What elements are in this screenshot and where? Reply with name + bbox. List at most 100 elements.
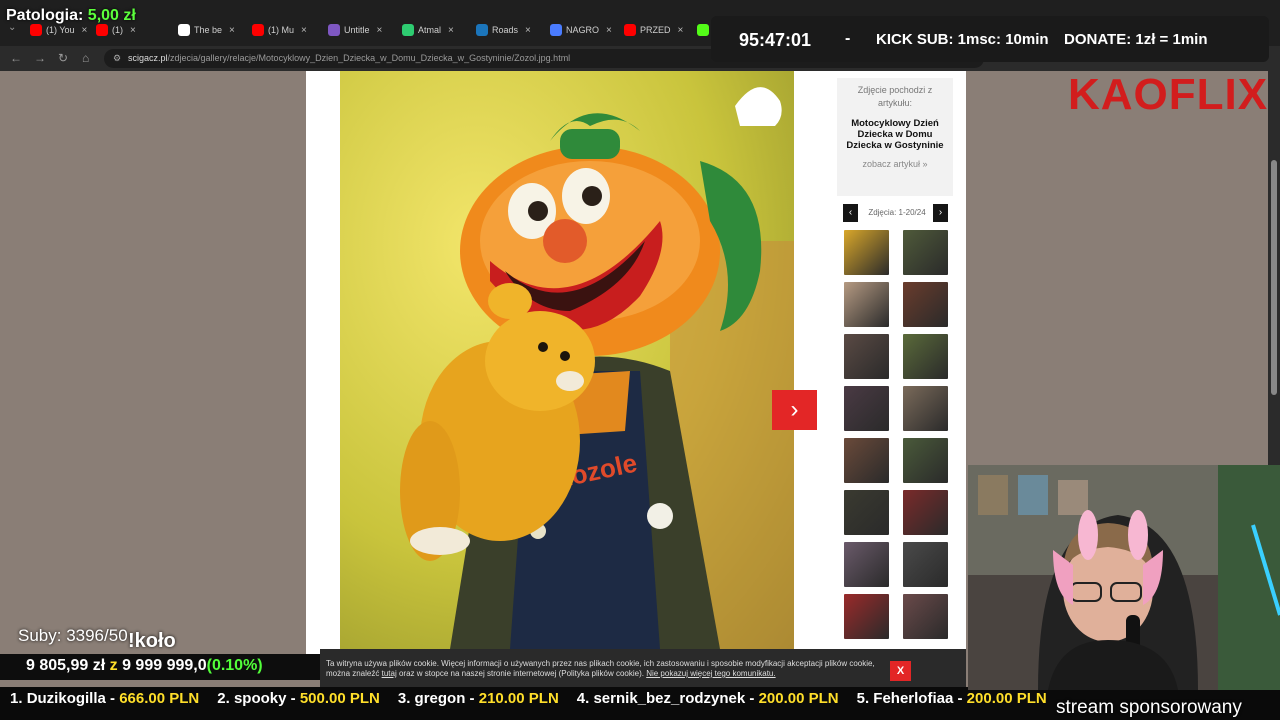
kolo-command: !koło: [128, 630, 176, 652]
donor-name: Duzikogilla: [26, 690, 106, 707]
tab-label: Roads: [492, 25, 519, 35]
tab-label: NAGRO: [566, 25, 600, 35]
pager-range: Zdjęcia: 1-20/24: [868, 208, 926, 217]
browser-tab[interactable]: NAGRO ×: [550, 20, 612, 40]
gallery-thumbnail[interactable]: [903, 282, 948, 327]
donation-goal: 9 805,99 zł z 9 999 999,0(0.10%): [26, 657, 263, 675]
goal-target: 9 999 999,0: [122, 657, 207, 674]
tab-label: Untitle: [344, 25, 370, 35]
subs-counter: Suby: 3396/50: [18, 626, 128, 645]
notion-icon: [178, 24, 190, 36]
tab-close-icon[interactable]: ×: [606, 25, 612, 36]
reload-icon[interactable]: ↻: [58, 51, 68, 65]
tab-label: The be: [194, 25, 223, 35]
cookie-close-button[interactable]: X: [890, 661, 911, 681]
tab-close-icon[interactable]: ×: [448, 25, 454, 36]
youtube-icon: [30, 24, 42, 36]
youtube-icon: [252, 24, 264, 36]
patologia-label: Patologia:: [6, 7, 84, 24]
donor-rank: 5.: [856, 690, 870, 707]
tab-close-icon[interactable]: ×: [82, 25, 88, 36]
tab-label: (1) Mu: [268, 25, 295, 35]
youtube-icon: [624, 24, 636, 36]
gallery-thumbnail[interactable]: [903, 386, 948, 431]
browser-tab[interactable]: Atmal ×: [402, 20, 454, 40]
tab-close-icon[interactable]: ×: [525, 25, 531, 36]
donor-rank: 1.: [10, 690, 23, 707]
doc-icon: [328, 24, 340, 36]
source-article-box: Zdjęcie pochodzi z artykułu: Motocyklowy…: [837, 78, 953, 196]
pager-prev-button[interactable]: ‹: [843, 204, 858, 222]
chevron-left-icon: ‹: [848, 207, 853, 218]
chevron-right-icon: ›: [790, 396, 799, 423]
tab-close-icon[interactable]: ×: [678, 25, 684, 36]
url-domain: scigacz.pl: [128, 53, 168, 63]
source-article-title[interactable]: Motocyklowy Dzień Dziecka w Domu Dziecka…: [837, 118, 953, 151]
gallery-thumbnail[interactable]: [844, 594, 889, 639]
gallery-thumbnail[interactable]: [903, 334, 948, 379]
donor-name: spooky: [233, 690, 287, 707]
cookie-dismiss-link[interactable]: Nie pokazuj więcej tego komunikatu.: [646, 669, 775, 678]
chevron-right-icon: ›: [938, 207, 943, 218]
goal-z: z: [109, 657, 118, 674]
gallery-thumbnail[interactable]: [903, 490, 948, 535]
donor-amount: 200.00 PLN: [758, 690, 839, 707]
gallery-thumbnail[interactable]: [844, 542, 889, 587]
gallery-thumbnail[interactable]: [844, 386, 889, 431]
gallery-thumbnail[interactable]: [844, 282, 889, 327]
donor-name: Feherlofiaa: [873, 690, 954, 707]
donor-rank: 4.: [576, 690, 590, 707]
donor-separator: -: [105, 690, 120, 707]
forward-icon[interactable]: →: [34, 51, 46, 65]
tab-close-icon[interactable]: ×: [301, 25, 307, 36]
steam-icon: [476, 24, 488, 36]
donate-rate: DONATE: 1zł = 1min: [1064, 31, 1208, 48]
home-icon[interactable]: ⌂: [82, 51, 89, 65]
scrollbar-thumb[interactable]: [1271, 160, 1277, 395]
back-icon[interactable]: ←: [10, 51, 22, 65]
patologia-amount: 5,00 zł: [87, 7, 136, 24]
donor-name: sernik_bez_rodzynek: [593, 690, 746, 707]
gallery-thumbnail[interactable]: [844, 334, 889, 379]
gallery-thumbnail[interactable]: [903, 230, 948, 275]
gallery-thumbnail[interactable]: [844, 490, 889, 535]
gallery-thumbnail[interactable]: [844, 438, 889, 483]
goal-percent: (0.10%): [206, 657, 263, 674]
gallery-thumbnail[interactable]: [844, 230, 889, 275]
tab-close-icon[interactable]: ×: [130, 25, 136, 36]
donor-amount: 210.00 PLN: [478, 690, 559, 707]
browser-tab[interactable]: Untitle ×: [328, 20, 382, 40]
browser-tab[interactable]: (1) Mu ×: [252, 20, 307, 40]
gallery-thumbnail[interactable]: [903, 438, 948, 483]
donor-entry: 2. spooky - 500.00 PLN: [217, 690, 380, 707]
tab-close-icon[interactable]: ×: [229, 25, 235, 36]
tab-close-icon[interactable]: ×: [377, 25, 383, 36]
donor-name: gregon: [414, 690, 466, 707]
donor-separator: -: [286, 690, 300, 707]
donor-entry: 4. sernik_bez_rodzynek - 200.00 PLN: [577, 690, 839, 707]
cookie-policy-link[interactable]: tutaj: [382, 669, 397, 678]
gallery-thumbnail[interactable]: [903, 542, 948, 587]
browser-tab[interactable]: The be ×: [178, 20, 235, 40]
goal-current: 9 805,99 zł: [26, 657, 106, 674]
gallery-thumbnail[interactable]: [903, 594, 948, 639]
see-article-link[interactable]: zobacz artykuł »: [837, 159, 953, 169]
gallery-pager: ‹ Zdjęcia: 1-20/24 ›: [843, 204, 951, 222]
donor-entry: 5. Feherlofiaa - 200.00 PLN: [857, 690, 1047, 707]
photo-next-button[interactable]: ›: [772, 390, 817, 430]
donor-rank: 2.: [217, 690, 230, 707]
kaoflix-logo: KAOFLIX: [1068, 70, 1269, 119]
site-info-icon[interactable]: ⚙: [113, 49, 121, 68]
tab-label: (1) You: [46, 25, 75, 35]
donor-separator: -: [953, 690, 967, 707]
donor-separator: -: [745, 690, 759, 707]
tab-label: (1): [112, 25, 123, 35]
webcam-illustration: [968, 465, 1280, 690]
browser-tab[interactable]: Roads ×: [476, 20, 531, 40]
cookie-banner: Ta witryna używa plików cookie. Więcej i…: [320, 649, 966, 691]
gallery-photo[interactable]: Zozole: [340, 71, 794, 649]
pager-next-button[interactable]: ›: [933, 204, 948, 222]
cookie-text-2: oraz w stopce na naszej stronie internet…: [398, 669, 644, 678]
sponsored-stream-label: stream sponsorowany: [1056, 697, 1242, 718]
browser-tab[interactable]: PRZED ×: [624, 20, 683, 40]
